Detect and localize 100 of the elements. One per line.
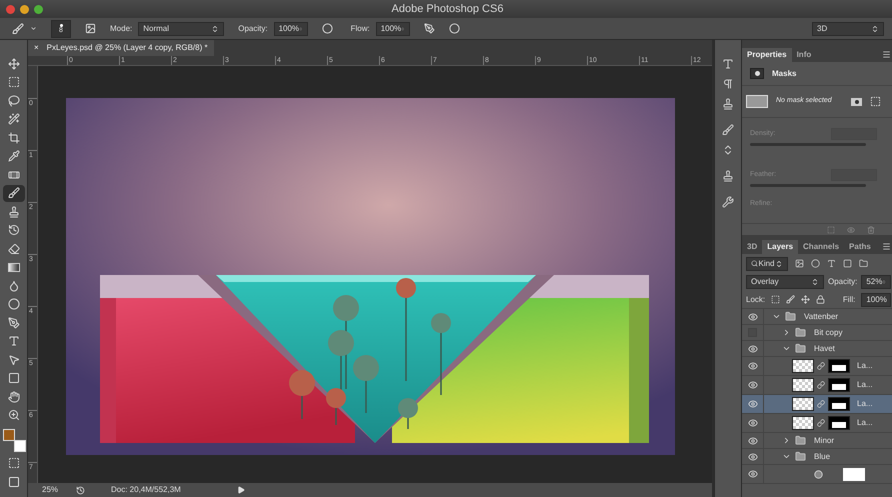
folder-icon	[785, 311, 796, 322]
panel-tab[interactable]: Paths	[844, 240, 876, 254]
brush-presets-icon[interactable]	[722, 124, 734, 136]
link-icon	[817, 419, 825, 427]
mask-icon	[750, 68, 764, 79]
layer-row[interactable]: Blue	[742, 449, 892, 465]
layer-name: Havet	[814, 342, 835, 354]
document-title: PxLeyes.psd @ 25% (Layer 4 copy, RGB/8) *	[46, 42, 208, 54]
search-icon	[751, 260, 758, 267]
brush-tool[interactable]	[2, 184, 24, 202]
mode-dropdown[interactable]: Normal	[138, 22, 224, 36]
link-icon	[817, 362, 825, 370]
shape-icon	[8, 372, 20, 384]
heal-icon	[8, 168, 20, 180]
layer-row[interactable]: Bit copy	[742, 325, 892, 341]
panel-tab[interactable]: Channels	[798, 240, 844, 254]
caret-icon	[882, 278, 886, 286]
layer-row[interactable]: La...	[742, 414, 892, 433]
layer-name: La...	[857, 379, 873, 391]
blend-mode-dropdown[interactable]: Overlay	[746, 275, 824, 289]
disclosure-icon[interactable]	[772, 312, 781, 321]
pixel-filter-icon[interactable]	[795, 259, 804, 268]
folder-icon	[795, 343, 806, 354]
disclosure-icon[interactable]	[782, 452, 791, 461]
layer-name: Minor	[814, 434, 834, 446]
layer-name: Blue	[814, 450, 830, 462]
lock-pixels-icon[interactable]	[786, 295, 796, 304]
layer-thumbnail	[792, 378, 814, 392]
lock-icon[interactable]	[816, 295, 826, 304]
panel-tab[interactable]: Layers	[762, 240, 798, 254]
link-icon	[817, 381, 825, 389]
clock-icon[interactable]	[76, 486, 85, 494]
layer-row[interactable]: Vattenber	[742, 309, 892, 325]
tools-icon[interactable]	[722, 196, 734, 208]
link-icon	[817, 400, 825, 408]
opacity-field[interactable]: 52%	[861, 275, 892, 289]
layer-row[interactable]: La...	[742, 395, 892, 414]
caret-icon	[401, 24, 405, 32]
layer-row[interactable]	[742, 465, 892, 484]
caret-icon	[871, 24, 879, 32]
close-tab-button[interactable]: ×	[34, 42, 39, 54]
disclosure-icon[interactable]	[782, 344, 791, 353]
quick-select-icon	[8, 113, 20, 125]
layer-row[interactable]: La...	[742, 357, 892, 376]
foreground-swatch[interactable]	[2, 429, 14, 441]
section-title: Masks	[772, 68, 796, 80]
layer-row[interactable]: Minor	[742, 433, 892, 449]
crop-icon	[8, 132, 20, 144]
mask-thumbnail	[828, 359, 850, 373]
disclosure-icon[interactable]	[782, 436, 791, 445]
type-filter-icon[interactable]	[827, 259, 836, 268]
filter-dropdown[interactable]: Kind	[746, 256, 788, 270]
path-select-icon	[8, 354, 20, 366]
history-icon	[8, 224, 20, 236]
panel-menu-icon[interactable]	[882, 242, 892, 251]
fill-field[interactable]: 100%	[861, 292, 892, 306]
workspace-dropdown[interactable]: 3D	[812, 22, 884, 36]
zoom-icon[interactable]	[34, 4, 43, 14]
type-icon	[8, 335, 20, 347]
layer-name: La...	[857, 360, 873, 372]
mask-thumbnail	[828, 378, 850, 392]
layer-name: Vattenber	[804, 310, 838, 322]
layer-thumbnail	[792, 397, 814, 411]
mode-label: Mode:	[110, 22, 132, 34]
lock-transparency-icon[interactable]	[771, 295, 780, 304]
background-swatch[interactable]	[14, 440, 26, 452]
opacity-field[interactable]: 100%	[274, 22, 308, 36]
folder-icon	[795, 451, 806, 462]
minimize-icon[interactable]	[20, 4, 29, 14]
panel-tab[interactable]: Properties	[742, 48, 792, 62]
zoom-icon	[8, 409, 20, 421]
document-tab[interactable]: × PxLeyes.psd @ 25% (Layer 4 copy, RGB/8) *	[28, 40, 214, 56]
dodge-icon	[8, 298, 20, 310]
layer-thumbnail	[746, 95, 768, 108]
character-icon[interactable]	[722, 58, 734, 70]
play-icon[interactable]	[237, 486, 245, 494]
close-icon[interactable]	[6, 4, 15, 14]
layer-row[interactable]: La...	[742, 376, 892, 395]
panel-tab[interactable]: Info	[792, 48, 816, 62]
caret-icon[interactable]	[30, 25, 37, 32]
paragraph-icon[interactable]	[722, 78, 734, 90]
caret-icon	[811, 278, 819, 286]
opacity-label: Opacity:	[238, 22, 268, 34]
marquee-icon	[8, 76, 20, 88]
zoom-level: 25%	[41, 484, 60, 496]
flow-field[interactable]: 100%	[376, 22, 410, 36]
disclosure-icon[interactable]	[782, 328, 791, 337]
lock-position-icon[interactable]	[801, 295, 810, 304]
layer-thumbnail	[792, 416, 814, 430]
caret-icon	[299, 24, 303, 32]
shape-filter-icon[interactable]	[843, 259, 852, 268]
eraser-icon	[8, 242, 20, 254]
panel-tab[interactable]: 3D	[742, 240, 762, 254]
brush-icon[interactable]	[12, 22, 24, 34]
panel-menu-icon[interactable]	[882, 50, 892, 59]
layer-name: Bit copy	[814, 326, 842, 338]
add-pixel-mask-icon[interactable]	[851, 98, 862, 106]
layer-row[interactable]: Havet	[742, 341, 892, 357]
hand-icon	[8, 390, 20, 402]
folder-icon	[795, 435, 806, 446]
